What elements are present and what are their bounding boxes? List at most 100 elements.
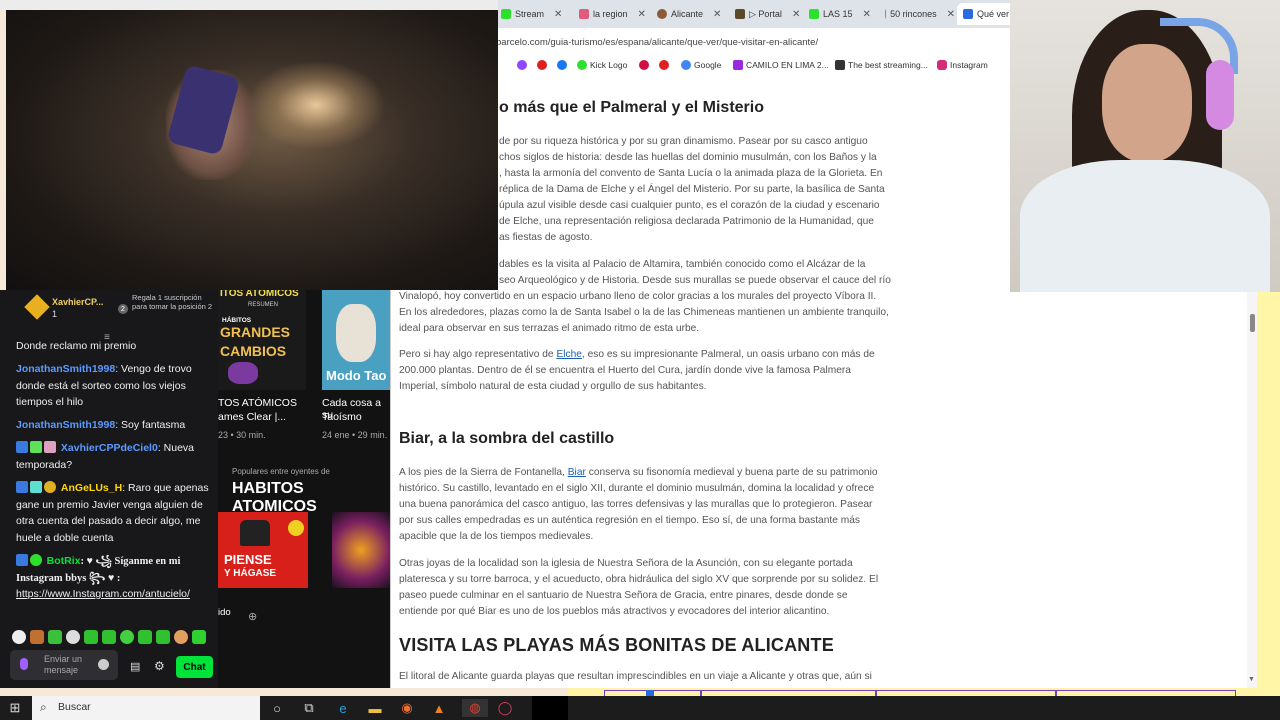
- emote-icon[interactable]: [174, 630, 188, 644]
- add-icon[interactable]: ⊕: [248, 610, 257, 623]
- emote-icon[interactable]: [138, 630, 152, 644]
- leaderboard-count: 1: [52, 309, 58, 319]
- tab-stream[interactable]: Stream ✕: [501, 3, 575, 25]
- chat-message: JonathanSmith1998: Vengo de trovo donde …: [16, 363, 192, 408]
- card1-meta: 23 • 30 min.: [218, 430, 266, 440]
- gift-subscription-text[interactable]: Regala 1 suscripción para tomar la posic…: [132, 293, 216, 311]
- emote-icon[interactable]: [66, 630, 80, 644]
- leaderboard-user[interactable]: XavhierCP...: [52, 297, 103, 307]
- scrollbar-thumb[interactable]: [1250, 314, 1255, 332]
- chat-send-button[interactable]: Chat: [176, 656, 213, 678]
- youtube-icon[interactable]: [537, 60, 547, 70]
- paragraph-altamira-a: dables es la visita al Palacio de Altami…: [499, 259, 891, 286]
- tab-portal[interactable]: ▷ Portal ✕: [735, 3, 805, 25]
- opera-icon[interactable]: ◯: [496, 699, 514, 717]
- bookmark-instagram[interactable]: Instagram: [937, 60, 988, 70]
- close-icon[interactable]: ✕: [947, 9, 955, 20]
- hat-icon: [240, 520, 270, 546]
- link-biar[interactable]: Biar: [568, 467, 586, 478]
- gift-icon: [44, 441, 56, 453]
- badge-icon: [16, 441, 28, 453]
- page-icon: [733, 60, 743, 70]
- chat-username[interactable]: JonathanSmith1998: [16, 363, 115, 375]
- cortana-icon[interactable]: ○: [268, 699, 286, 717]
- close-icon[interactable]: ✕: [554, 9, 562, 20]
- bookmark-camilo[interactable]: CAMILO EN LIMA 2...: [733, 60, 829, 70]
- spotify-panel: ITOS ATÓMICOS RESUMEN HÁBITOS GRANDES CA…: [218, 290, 390, 688]
- folder-icon[interactable]: ▬: [366, 699, 384, 717]
- bottom-label: ido: [218, 607, 231, 618]
- instagram-link[interactable]: https://www.Instagram.com/antucielo/: [16, 586, 212, 603]
- vlc-icon[interactable]: ▲: [430, 699, 448, 717]
- link-elche[interactable]: Elche: [556, 349, 581, 360]
- chat-username[interactable]: XavhierCPPdeCiel0: [61, 442, 158, 454]
- podcast-card-tao[interactable]: Modo Tao: [322, 290, 390, 390]
- desktop-strip: [1256, 292, 1280, 696]
- close-icon[interactable]: ✕: [792, 9, 800, 20]
- popular-label: Populares entre oyentes de: [232, 467, 330, 476]
- popular-title[interactable]: HABITOS ATOMICOS: [232, 480, 390, 516]
- store-icon[interactable]: ▤: [130, 660, 140, 673]
- emote-icon[interactable]: [12, 630, 26, 644]
- paragraph-biar-2: Otras joyas de la localidad son la igles…: [399, 558, 879, 617]
- card-art-text: GRANDES: [220, 324, 291, 340]
- podcast-card-habitos[interactable]: ITOS ATÓMICOS RESUMEN HÁBITOS GRANDES CA…: [218, 290, 306, 390]
- paragraph-biar-1: A los pies de la Sierra de Fontanella, B…: [399, 467, 878, 542]
- emote-icon[interactable]: [102, 630, 116, 644]
- chat-username[interactable]: JonathanSmith1998: [16, 419, 115, 431]
- chat-message: BotRix: ♥ ꧁ Síganme en mi Instagram bbys…: [16, 554, 181, 584]
- taskbar-app[interactable]: [532, 696, 568, 720]
- emote-icon[interactable]: [84, 630, 98, 644]
- card1-title[interactable]: TOS ATÓMICOS: [218, 397, 297, 409]
- scroll-down-arrow-icon[interactable]: ▼: [1248, 676, 1255, 683]
- scrollbar[interactable]: [1247, 292, 1257, 688]
- windows-start-icon[interactable]: ⊞: [6, 699, 24, 717]
- heading-misterio: o más que el Palmeral y el Misterio: [499, 99, 764, 116]
- taskbar-search[interactable]: ⌕ Buscar: [32, 696, 260, 720]
- bookmark-streaming[interactable]: The best streaming...: [835, 60, 928, 70]
- url-text[interactable]: barcelo.com/guia-turismo/es/espana/alica…: [496, 37, 818, 48]
- verified-icon: [30, 554, 42, 566]
- settings-gear-icon[interactable]: ⚙: [154, 659, 165, 673]
- close-icon[interactable]: ✕: [638, 9, 646, 20]
- facebook-icon[interactable]: [557, 60, 567, 70]
- microphone-icon[interactable]: [20, 658, 28, 670]
- chrome-icon[interactable]: ◍: [462, 699, 488, 717]
- kick-icon: [809, 9, 819, 19]
- emote-icon[interactable]: [120, 630, 134, 644]
- tab-las15[interactable]: LAS 15 ✕: [809, 3, 881, 25]
- emote-icon[interactable]: [30, 630, 44, 644]
- chat-username[interactable]: AnGeLUs_H: [61, 482, 122, 494]
- task-view-icon[interactable]: ⧉: [300, 699, 318, 717]
- chat-input[interactable]: Enviar un mensaje: [10, 650, 118, 680]
- google-icon: [681, 60, 691, 70]
- badge-icon: [16, 554, 28, 566]
- card2-meta: 24 ene • 29 min.: [322, 430, 388, 440]
- emote-icon[interactable]: [156, 630, 170, 644]
- podcast-tile[interactable]: PIENSE Y HÁGASE: [218, 512, 308, 588]
- close-icon[interactable]: ✕: [713, 9, 721, 20]
- bookmark-google[interactable]: Google: [681, 60, 721, 70]
- firefox-icon[interactable]: ◉: [398, 699, 416, 717]
- emote-icon[interactable]: [192, 630, 206, 644]
- heading-biar: Biar, a la sombra del castillo: [399, 430, 615, 447]
- close-icon[interactable]: ✕: [863, 9, 871, 20]
- tab-alicante[interactable]: Alicante ✕: [657, 3, 733, 25]
- chat-message: Donde reclamo mi premio: [16, 340, 137, 352]
- edge-icon[interactable]: e: [334, 699, 352, 717]
- tile-text: PIENSE: [224, 552, 272, 567]
- pinterest-icon[interactable]: [639, 60, 649, 70]
- tab-region[interactable]: la region ✕: [579, 3, 655, 25]
- emote-icon[interactable]: [48, 630, 62, 644]
- bookmark-kick-logo[interactable]: Kick Logo: [577, 60, 627, 70]
- tab-50rincones[interactable]: 50 rincones ✕: [885, 3, 955, 25]
- chat-username[interactable]: BotRix: [47, 555, 81, 567]
- twitch-icon[interactable]: [517, 60, 527, 70]
- emoji-icon[interactable]: [98, 659, 109, 670]
- card-art-text: HÁBITOS: [222, 317, 252, 324]
- shield-icon: [579, 9, 589, 19]
- paragraph-palmeral: Pero si hay algo representativo de Elche…: [399, 349, 875, 392]
- card-art-text: ITOS ATÓMICOS: [220, 290, 299, 299]
- podcast-tile[interactable]: [332, 512, 390, 588]
- youtube-icon[interactable]: [659, 60, 669, 70]
